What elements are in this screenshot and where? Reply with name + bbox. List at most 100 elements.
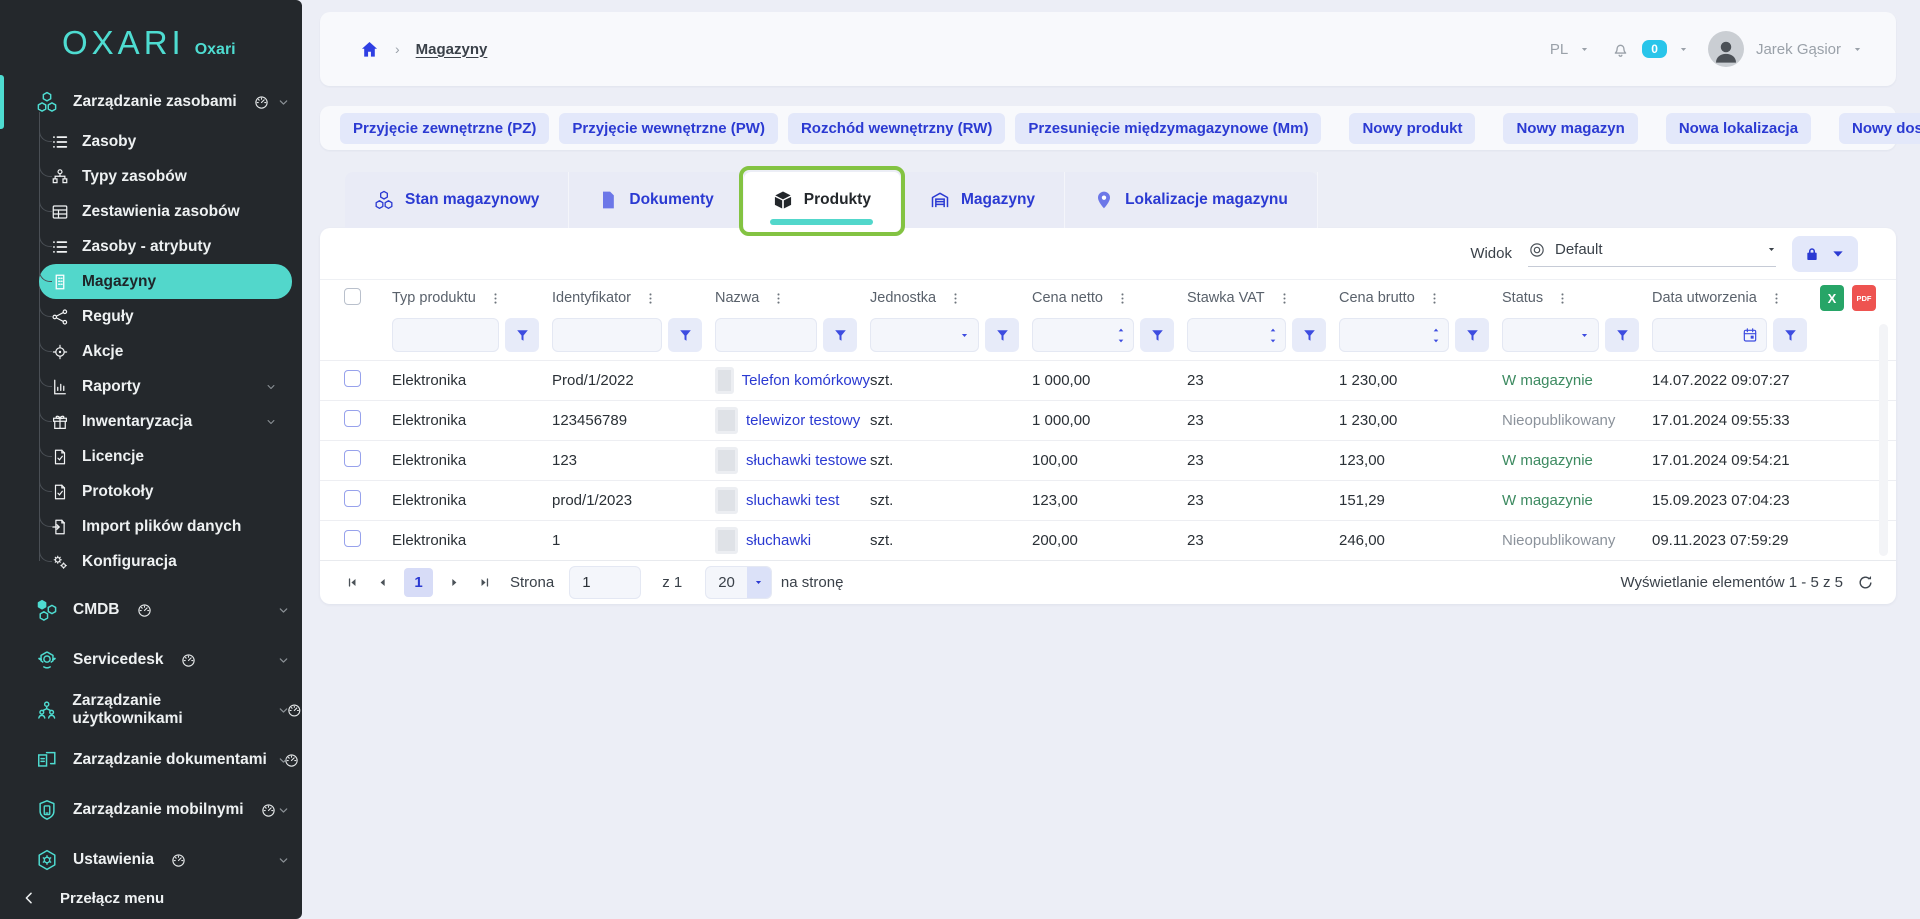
refresh-icon[interactable]	[1857, 574, 1874, 591]
user-name[interactable]: Jarek Gąsior	[1756, 41, 1841, 58]
view-select[interactable]: Default	[1528, 241, 1776, 267]
column-menu-icon[interactable]	[772, 292, 785, 305]
tab-dokumenty[interactable]: Dokumenty	[569, 172, 743, 228]
column-menu-icon[interactable]	[1116, 292, 1129, 305]
caret-down-icon[interactable]	[1853, 45, 1862, 54]
menu-toggle[interactable]: Przełącz menu	[0, 881, 302, 915]
notification-count-badge[interactable]: 0	[1642, 40, 1667, 58]
spinner-down-icon[interactable]	[1432, 337, 1440, 345]
sidebar-item-servicedesk[interactable]: Servicedesk	[0, 635, 302, 685]
row-checkbox[interactable]	[344, 530, 361, 547]
sidebar-item-magazyny[interactable]: Magazyny	[39, 264, 292, 299]
sidebar-item-typy-zasobow[interactable]: Typy zasobów	[39, 159, 292, 194]
scrollbar-track[interactable]	[1879, 324, 1888, 556]
sidebar-item-protokoly[interactable]: Protokoły	[39, 474, 292, 509]
new-warehouse-button[interactable]: Nowy magazyn	[1503, 113, 1637, 144]
column-menu-icon[interactable]	[949, 292, 962, 305]
next-page-icon[interactable]	[448, 576, 461, 589]
spinner-down-icon[interactable]	[1117, 337, 1125, 345]
table-row[interactable]: Elektronika prod/1/2023 sluchawki test s…	[320, 480, 1896, 520]
page-input[interactable]	[569, 566, 641, 599]
sidebar-item-ustawienia[interactable]: Ustawienia	[0, 835, 302, 885]
row-checkbox[interactable]	[344, 490, 361, 507]
new-location-button[interactable]: Nowa lokalizacja	[1666, 113, 1811, 144]
tab-magazyny[interactable]: Magazyny	[901, 172, 1065, 228]
filter-button[interactable]	[1455, 318, 1489, 352]
sidebar-item-import-plikow[interactable]: Import plików danych	[39, 509, 292, 544]
new-product-button[interactable]: Nowy produkt	[1349, 113, 1475, 144]
product-name-link[interactable]: Telefon komórkowy	[742, 372, 870, 389]
notifications-bell-icon[interactable]	[1611, 40, 1630, 59]
filter-button[interactable]	[505, 318, 539, 352]
filter-button[interactable]	[1773, 318, 1807, 352]
page-size-select[interactable]: 20	[705, 566, 772, 599]
caret-down-icon[interactable]	[1679, 45, 1688, 54]
product-name-link[interactable]: telewizor testowy	[746, 412, 860, 429]
spinner-up-icon[interactable]	[1269, 326, 1277, 334]
sidebar-item-akcje[interactable]: Akcje	[39, 334, 292, 369]
table-row[interactable]: Elektronika 123456789 telewizor testowy …	[320, 400, 1896, 440]
filter-button[interactable]	[823, 318, 857, 352]
spinner-down-icon[interactable]	[1269, 337, 1277, 345]
column-menu-icon[interactable]	[644, 292, 657, 305]
tab-stan-magazynowy[interactable]: Stan magazynowy	[345, 172, 569, 228]
rw-button[interactable]: Rozchód wewnętrzny (RW)	[788, 113, 1005, 144]
language-selector[interactable]: PL	[1550, 41, 1568, 58]
page-number-button[interactable]: 1	[404, 568, 433, 597]
pz-button[interactable]: Przyjęcie zewnętrzne (PZ)	[340, 113, 549, 144]
filter-number-netto[interactable]	[1032, 318, 1134, 352]
pw-button[interactable]: Przyjęcie wewnętrzne (PW)	[559, 113, 778, 144]
breadcrumb-current[interactable]: Magazyny	[416, 41, 488, 58]
product-name-link[interactable]: słuchawki	[746, 532, 811, 549]
product-name-link[interactable]: słuchawki testowe	[746, 452, 867, 469]
product-name-link[interactable]: sluchawki test	[746, 492, 839, 509]
table-row[interactable]: Elektronika 1 słuchawki szt. 200,00 23 2…	[320, 520, 1896, 560]
table-row[interactable]: Elektronika 123 słuchawki testowe szt. 1…	[320, 440, 1896, 480]
export-pdf-icon[interactable]	[1852, 285, 1876, 311]
sidebar-item-zarzadzanie-uzytkownikami[interactable]: Zarządzanie użytkownikami	[0, 685, 302, 735]
row-checkbox[interactable]	[344, 410, 361, 427]
filter-select-jednostka[interactable]	[870, 318, 979, 352]
filter-number-vat[interactable]	[1187, 318, 1286, 352]
prev-page-icon[interactable]	[376, 576, 389, 589]
filter-input-nazwa[interactable]	[715, 318, 817, 352]
sidebar-item-licencje[interactable]: Licencje	[39, 439, 292, 474]
sidebar-item-reguly[interactable]: Reguły	[39, 299, 292, 334]
filter-button[interactable]	[1605, 318, 1639, 352]
sidebar-item-zestawienia-zasobow[interactable]: Zestawienia zasobów	[39, 194, 292, 229]
lock-view-button[interactable]	[1792, 236, 1858, 272]
filter-number-brutto[interactable]	[1339, 318, 1449, 352]
sidebar-item-raporty[interactable]: Raporty	[39, 369, 292, 404]
filter-input-typ[interactable]	[392, 318, 499, 352]
sidebar-item-cmdb[interactable]: CMDB	[0, 585, 302, 635]
filter-date-utworzenia[interactable]	[1652, 318, 1767, 352]
select-all-checkbox[interactable]	[344, 288, 361, 305]
spinner-up-icon[interactable]	[1117, 326, 1125, 334]
sidebar-item-inwentaryzacja[interactable]: Inwentaryzacja	[39, 404, 292, 439]
sidebar-item-zasoby-atrybuty[interactable]: Zasoby - atrybuty	[39, 229, 292, 264]
sidebar-item-zasoby[interactable]: Zasoby	[39, 124, 292, 159]
row-checkbox[interactable]	[344, 370, 361, 387]
row-checkbox[interactable]	[344, 450, 361, 467]
column-menu-icon[interactable]	[1770, 292, 1783, 305]
filter-select-status[interactable]	[1502, 318, 1599, 352]
home-icon[interactable]	[360, 40, 379, 59]
sidebar-item-zarzadzanie-mobilnymi[interactable]: Zarządzanie mobilnymi	[0, 785, 302, 835]
column-menu-icon[interactable]	[1428, 292, 1441, 305]
export-excel-icon[interactable]	[1820, 285, 1844, 311]
column-menu-icon[interactable]	[489, 292, 502, 305]
avatar[interactable]	[1708, 31, 1744, 67]
spinner-up-icon[interactable]	[1432, 326, 1440, 334]
filter-button[interactable]	[1140, 318, 1174, 352]
column-menu-icon[interactable]	[1556, 292, 1569, 305]
last-page-icon[interactable]	[478, 576, 491, 589]
filter-button[interactable]	[668, 318, 702, 352]
sidebar-item-zarzadzanie-dokumentami[interactable]: Zarządzanie dokumentami	[0, 735, 302, 785]
tab-lokalizacje-magazynu[interactable]: Lokalizacje magazynu	[1065, 172, 1318, 228]
filter-button[interactable]	[985, 318, 1019, 352]
column-menu-icon[interactable]	[1278, 292, 1291, 305]
sidebar-item-konfiguracja[interactable]: Konfiguracja	[39, 544, 292, 579]
first-page-icon[interactable]	[346, 576, 359, 589]
tab-produkty[interactable]: Produkty	[744, 172, 901, 228]
filter-input-identyfikator[interactable]	[552, 318, 662, 352]
